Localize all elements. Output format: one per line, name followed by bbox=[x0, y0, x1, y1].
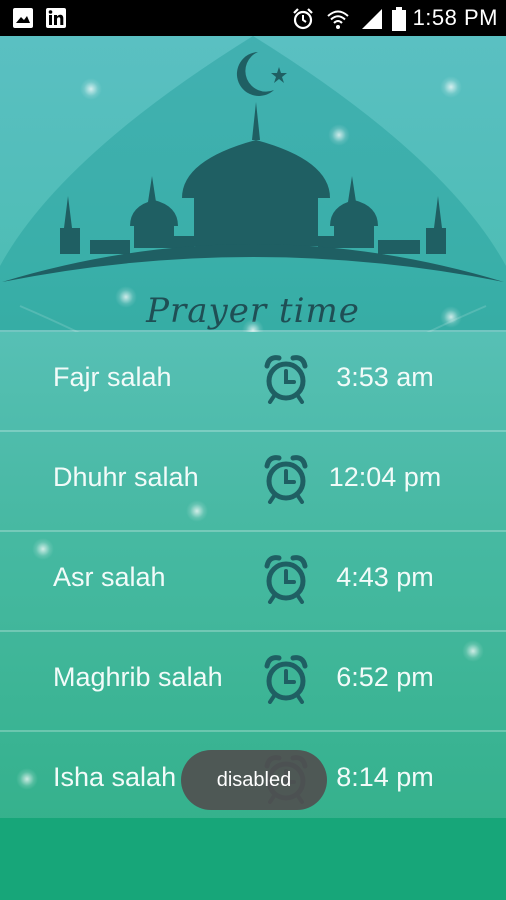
alarm-clock-icon[interactable] bbox=[263, 354, 309, 404]
header-banner: Prayer time bbox=[0, 36, 506, 332]
bottom-bar bbox=[0, 818, 506, 900]
gallery-icon bbox=[12, 7, 34, 34]
sparkle bbox=[440, 306, 462, 328]
sparkle bbox=[32, 538, 54, 560]
prayer-row-dhuhr[interactable]: Dhuhr salah 12:04 pm bbox=[0, 430, 506, 530]
alarm-clock-icon[interactable] bbox=[263, 654, 309, 704]
wifi-icon bbox=[326, 7, 350, 36]
linkedin-icon bbox=[45, 7, 67, 34]
prayer-row-fajr[interactable]: Fajr salah 3:53 am bbox=[0, 330, 506, 430]
prayer-name: Isha salah bbox=[53, 762, 177, 792]
prayer-time: 8:14 pm bbox=[336, 762, 434, 792]
battery-icon bbox=[392, 7, 406, 36]
alarm-clock-icon bbox=[291, 7, 315, 36]
sparkle bbox=[16, 768, 38, 790]
prayer-name: Asr salah bbox=[53, 562, 166, 592]
alarm-clock-icon[interactable] bbox=[263, 554, 309, 604]
status-time: 1:58 PM bbox=[412, 5, 498, 30]
sparkle bbox=[115, 286, 137, 308]
status-bar: 1:58 PM bbox=[0, 0, 506, 36]
prayer-name: Maghrib salah bbox=[53, 662, 223, 692]
prayer-time: 4:43 pm bbox=[336, 562, 434, 592]
sparkle bbox=[328, 124, 350, 146]
sparkle bbox=[440, 76, 462, 98]
prayer-name: Dhuhr salah bbox=[53, 462, 199, 492]
signal-icon bbox=[360, 7, 384, 36]
prayer-time: 12:04 pm bbox=[328, 462, 442, 492]
prayer-time: 3:53 am bbox=[336, 362, 434, 392]
prayer-time-screen: 1:58 PM Prayer time Fajr salah 3:53 am D… bbox=[0, 0, 506, 900]
sparkle bbox=[462, 640, 484, 662]
alarm-clock-icon[interactable] bbox=[263, 454, 309, 504]
prayer-time: 6:52 pm bbox=[336, 662, 434, 692]
prayer-row-maghrib[interactable]: Maghrib salah 6:52 pm bbox=[0, 630, 506, 730]
sparkle bbox=[80, 78, 102, 100]
prayer-name: Fajr salah bbox=[53, 362, 172, 392]
crescent-star-mosque-icon bbox=[2, 52, 504, 282]
sparkle bbox=[186, 500, 208, 522]
toast-message: disabled bbox=[181, 750, 327, 810]
prayer-row-asr[interactable]: Asr salah 4:43 pm bbox=[0, 530, 506, 630]
